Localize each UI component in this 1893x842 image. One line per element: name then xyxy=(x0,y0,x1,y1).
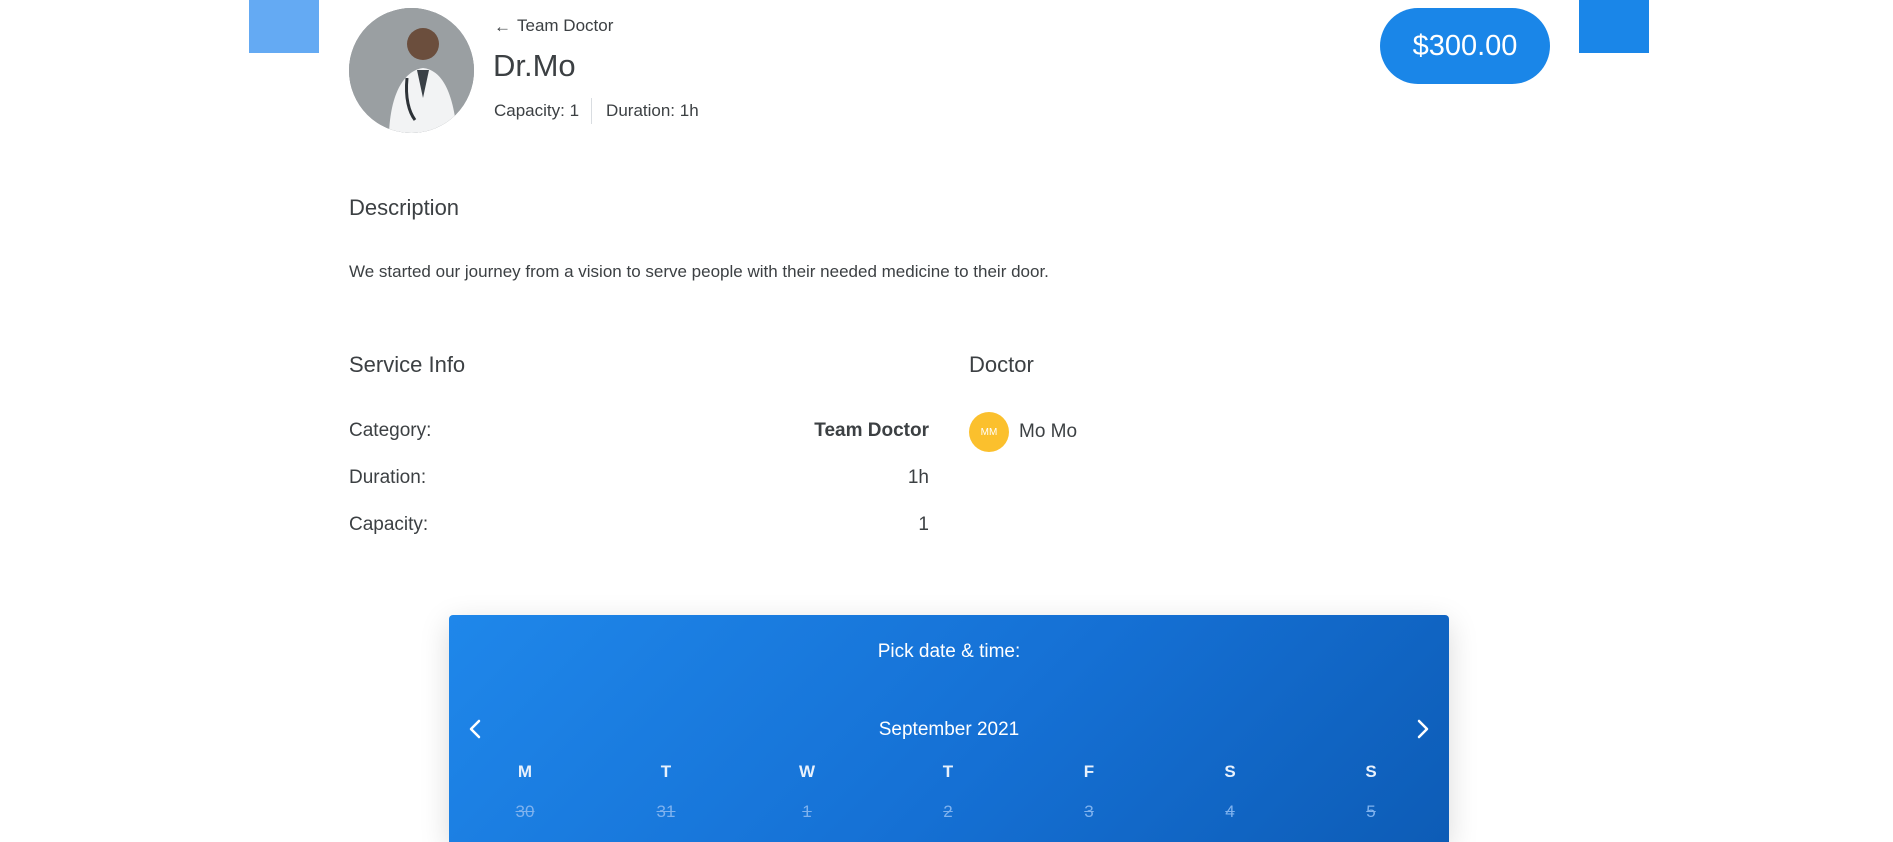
calendar-day-disabled: 30 xyxy=(515,802,535,821)
info-value: 1 xyxy=(918,514,929,535)
meta-duration: Duration: 1h xyxy=(606,101,699,120)
calendar-month-label: September 2021 xyxy=(878,719,1020,740)
service-info-heading: Service Info xyxy=(349,352,466,377)
service-meta: Capacity: 1 Duration: 1h xyxy=(494,98,699,124)
back-link-team-doctor[interactable]: ← Team Doctor xyxy=(494,16,613,36)
price-button[interactable]: $300.00 xyxy=(1380,8,1550,84)
weekday-label: M xyxy=(517,762,533,781)
calendar-day-disabled: 31 xyxy=(656,802,676,821)
arrow-left-icon: ← xyxy=(494,16,511,36)
info-label: Duration: xyxy=(349,467,427,488)
date-time-picker: Pick date & time: September 2021 M T W T… xyxy=(449,615,1449,842)
weekday-label: W xyxy=(798,762,816,781)
doctor-photo xyxy=(349,8,474,133)
weekday-label: T xyxy=(660,762,672,781)
decorative-block-right xyxy=(1579,0,1649,53)
back-link-label: Team Doctor xyxy=(517,16,614,35)
description-heading: Description xyxy=(349,195,460,220)
doctor-photo-image xyxy=(349,8,474,133)
meta-divider xyxy=(591,98,593,124)
doctor-name: Mo Mo xyxy=(1019,421,1078,442)
picker-heading: Pick date & time: xyxy=(877,641,1021,662)
weekday-label: T xyxy=(942,762,954,781)
meta-capacity: Capacity: 1 xyxy=(494,101,580,120)
weekday-label: S xyxy=(1365,762,1377,781)
info-label: Capacity: xyxy=(349,514,429,535)
weekday-label: S xyxy=(1224,762,1236,781)
calendar-day-disabled: 2 xyxy=(943,802,953,821)
info-label: Category: xyxy=(349,420,432,441)
calendar-day-disabled: 3 xyxy=(1084,802,1094,821)
doctor-heading: Doctor xyxy=(969,352,1034,377)
info-row-duration: Duration: 1h xyxy=(349,467,929,489)
info-value: 1h xyxy=(907,467,929,488)
calendar-day-disabled: 5 xyxy=(1366,802,1376,821)
next-month-button[interactable] xyxy=(1408,714,1438,744)
decorative-block-left xyxy=(249,0,319,53)
service-title: Dr.Mo xyxy=(493,48,576,83)
calendar-day-disabled: 4 xyxy=(1225,802,1235,821)
weekday-label: F xyxy=(1083,762,1095,781)
info-row-capacity: Capacity: 1 xyxy=(349,514,929,536)
info-row-category: Category: Team Doctor xyxy=(349,420,929,442)
doctor-avatar-initials: MM xyxy=(969,412,1009,452)
description-text: We started our journey from a vision to … xyxy=(349,262,1049,281)
info-value: Team Doctor xyxy=(814,420,929,441)
doctor-entry[interactable]: MM Mo Mo xyxy=(969,412,1077,452)
calendar-day-disabled: 1 xyxy=(802,802,812,821)
chevron-right-icon xyxy=(1417,719,1429,739)
